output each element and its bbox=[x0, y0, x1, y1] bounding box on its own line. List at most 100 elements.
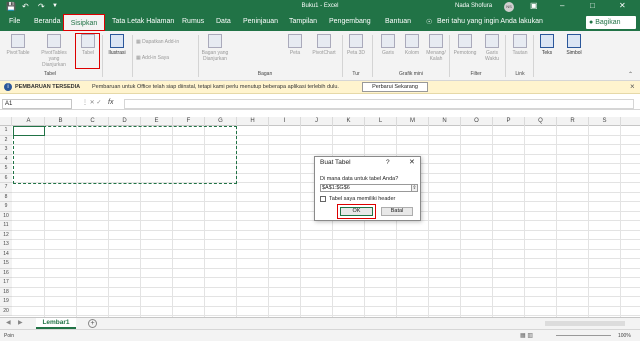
formula-input[interactable] bbox=[124, 99, 634, 109]
column-header-b[interactable]: B bbox=[45, 117, 77, 126]
close-icon[interactable]: × bbox=[630, 82, 635, 91]
ok-button[interactable]: OK bbox=[340, 207, 373, 216]
column-header-i[interactable]: I bbox=[269, 117, 301, 126]
next-sheet-icon[interactable]: ▶ bbox=[18, 319, 23, 326]
timeline-label: Garis Waktu bbox=[485, 50, 499, 62]
column-header-j[interactable]: J bbox=[301, 117, 333, 126]
row-header-19[interactable]: 19 bbox=[0, 297, 12, 307]
prev-sheet-icon[interactable]: ◀ bbox=[6, 319, 11, 326]
row-header-2[interactable]: 2 bbox=[0, 135, 12, 145]
row-header-10[interactable]: 10 bbox=[0, 211, 12, 221]
column-header-h[interactable]: H bbox=[237, 117, 269, 126]
text-button[interactable]: Teks bbox=[536, 34, 558, 56]
row-header-12[interactable]: 12 bbox=[0, 230, 12, 240]
column-header-g[interactable]: G bbox=[205, 117, 237, 126]
header-checkbox[interactable] bbox=[320, 196, 326, 202]
column-header-d[interactable]: D bbox=[109, 117, 141, 126]
row-header-20[interactable]: 20 bbox=[0, 306, 12, 316]
column-header-a[interactable]: A bbox=[13, 117, 45, 126]
select-all-corner[interactable] bbox=[0, 117, 12, 126]
cancel-button[interactable]: Batal bbox=[381, 207, 413, 216]
recommended-charts-button[interactable]: Bagan yang Dianjurkan bbox=[200, 34, 230, 62]
pivotchart-label: PivotChart bbox=[312, 50, 336, 56]
3d-map-button[interactable]: Peta 3D bbox=[346, 34, 366, 56]
row-header-8[interactable]: 8 bbox=[0, 192, 12, 202]
row-header-18[interactable]: 18 bbox=[0, 287, 12, 297]
tab-file[interactable]: File bbox=[9, 18, 20, 25]
column-header-p[interactable]: P bbox=[493, 117, 525, 126]
maximize-icon[interactable]: □ bbox=[590, 1, 595, 10]
column-header-l[interactable]: L bbox=[365, 117, 397, 126]
column-header-f[interactable]: F bbox=[173, 117, 205, 126]
insert-function-icon[interactable]: fx bbox=[108, 99, 113, 106]
row-header-13[interactable]: 13 bbox=[0, 240, 12, 250]
horizontal-scrollbar[interactable] bbox=[545, 321, 625, 326]
column-header-o[interactable]: O bbox=[461, 117, 493, 126]
minimize-icon[interactable]: – bbox=[560, 1, 564, 10]
row-header-3[interactable]: 3 bbox=[0, 145, 12, 155]
update-now-button[interactable]: Perbarui Sekarang bbox=[362, 82, 428, 92]
tab-bantuan[interactable]: Bantuan bbox=[385, 18, 411, 25]
tell-me-search[interactable]: Beri tahu yang ingin Anda lakukan bbox=[437, 18, 543, 25]
tab-pengembang[interactable]: Pengembang bbox=[329, 18, 371, 25]
row-header-15[interactable]: 15 bbox=[0, 259, 12, 269]
help-icon[interactable]: ? bbox=[386, 159, 390, 166]
pivotchart-button[interactable]: PivotChart bbox=[310, 34, 338, 56]
maps-button[interactable]: Peta bbox=[285, 34, 305, 56]
text-icon bbox=[540, 34, 554, 48]
column-header-m[interactable]: M bbox=[397, 117, 429, 126]
line-sparkline-button[interactable]: Garis bbox=[378, 34, 398, 56]
symbol-button[interactable]: Simbol bbox=[562, 34, 586, 56]
active-cell[interactable] bbox=[13, 126, 45, 136]
sheet-tab[interactable]: Lembar1 bbox=[36, 318, 76, 329]
avatar[interactable]: NS bbox=[504, 2, 514, 12]
slicer-button[interactable]: Pemotong bbox=[451, 34, 479, 56]
illustrations-button[interactable]: Ilustrasi bbox=[104, 34, 130, 56]
ribbon-separator bbox=[198, 35, 199, 77]
recommended-pivottable-button[interactable]: PivotTables yang Dianjurkan bbox=[36, 34, 72, 68]
column-sparkline-button[interactable]: Kolom bbox=[402, 34, 422, 56]
row-header-11[interactable]: 11 bbox=[0, 221, 12, 231]
close-icon[interactable]: ✕ bbox=[619, 1, 626, 10]
tab-sisipkan[interactable]: Sisipkan bbox=[63, 14, 105, 31]
my-addins-button[interactable]: ▦ Add-in Saya bbox=[136, 55, 196, 61]
row-header-1[interactable]: 1 bbox=[0, 126, 12, 136]
row-header-17[interactable]: 17 bbox=[0, 278, 12, 288]
ribbon-display-icon[interactable]: ▣ bbox=[530, 1, 538, 10]
column-header-n[interactable]: N bbox=[429, 117, 461, 126]
row-header-5[interactable]: 5 bbox=[0, 164, 12, 174]
link-button[interactable]: Tautan bbox=[509, 34, 531, 56]
row-header-14[interactable]: 14 bbox=[0, 249, 12, 259]
range-selector-icon[interactable]: ⇧ bbox=[411, 184, 418, 192]
winloss-button[interactable]: Menang/ Kalah bbox=[424, 34, 448, 62]
sheet-tab-bar: ◀ ▶ Lembar1 + bbox=[0, 317, 640, 329]
row-header-4[interactable]: 4 bbox=[0, 154, 12, 164]
tab-tata-letak-halaman[interactable]: Tata Letak Halaman bbox=[112, 18, 174, 25]
collapse-ribbon-icon[interactable]: ⌃ bbox=[628, 71, 633, 78]
column-header-e[interactable]: E bbox=[141, 117, 173, 126]
range-input[interactable]: $A$1:$G$6 bbox=[320, 184, 412, 192]
row-header-16[interactable]: 16 bbox=[0, 268, 12, 278]
name-box[interactable]: A1 bbox=[2, 99, 72, 109]
zoom-slider[interactable] bbox=[556, 335, 611, 336]
tab-tampilan[interactable]: Tampilan bbox=[289, 18, 317, 25]
tab-rumus[interactable]: Rumus bbox=[182, 18, 204, 25]
tab-peninjauan[interactable]: Peninjauan bbox=[243, 18, 278, 25]
timeline-button[interactable]: Garis Waktu bbox=[481, 34, 503, 62]
row-header-7[interactable]: 7 bbox=[0, 183, 12, 193]
row-header-6[interactable]: 6 bbox=[0, 173, 12, 183]
close-icon[interactable]: ✕ bbox=[409, 158, 415, 166]
get-addins-button[interactable]: ▦ Dapatkan Add-in bbox=[136, 39, 196, 45]
share-button[interactable]: ● Bagikan bbox=[586, 16, 636, 29]
column-header-r[interactable]: R bbox=[557, 117, 589, 126]
column-header-q[interactable]: Q bbox=[525, 117, 557, 126]
column-header-k[interactable]: K bbox=[333, 117, 365, 126]
tab-data[interactable]: Data bbox=[216, 18, 231, 25]
tab-beranda[interactable]: Beranda bbox=[34, 18, 60, 25]
add-sheet-icon[interactable]: + bbox=[88, 319, 97, 328]
pivottable-button[interactable]: PivotTable bbox=[4, 34, 32, 56]
column-header-c[interactable]: C bbox=[77, 117, 109, 126]
column-header-s[interactable]: S bbox=[589, 117, 621, 126]
row-header-9[interactable]: 9 bbox=[0, 202, 12, 212]
page-view-icon[interactable]: ▦ ▥ bbox=[520, 332, 533, 339]
